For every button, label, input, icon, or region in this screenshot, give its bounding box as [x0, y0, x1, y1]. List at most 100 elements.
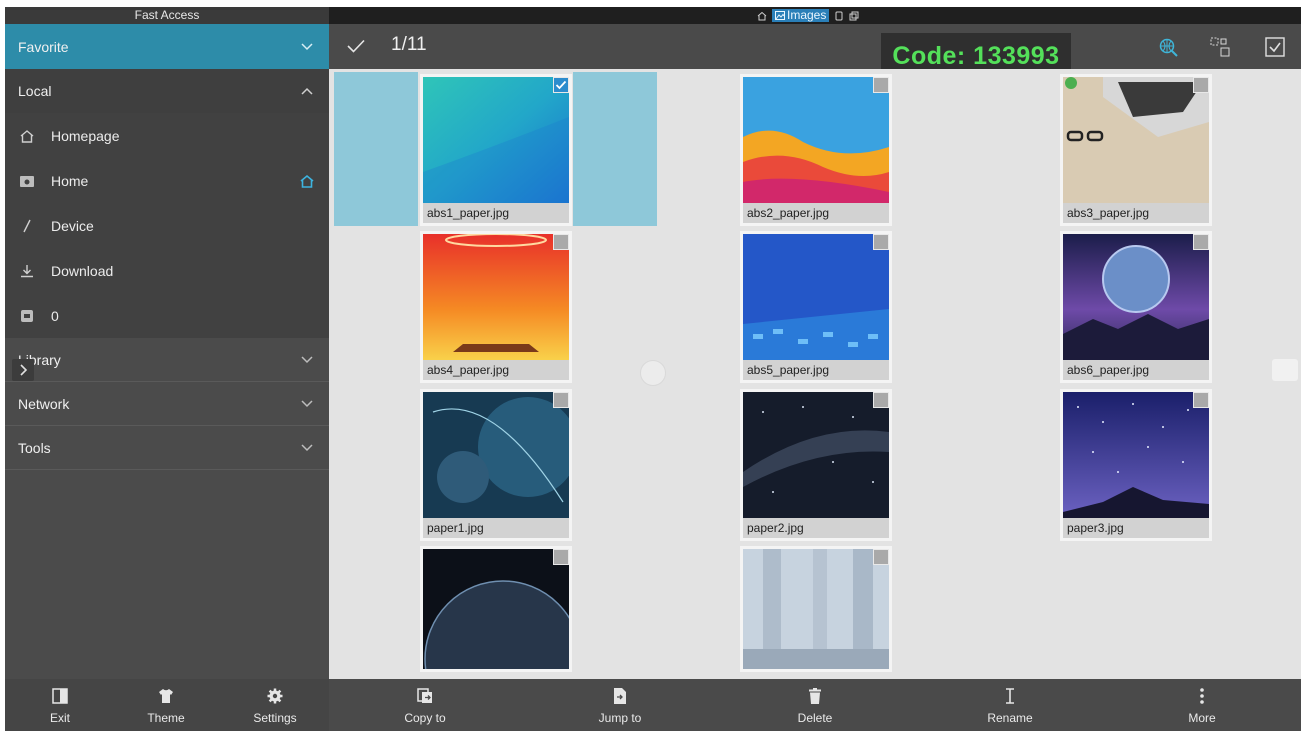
- sidebar-item-device[interactable]: Device: [5, 203, 329, 248]
- rename-button[interactable]: Rename: [983, 679, 1037, 731]
- jump-file-icon: [614, 688, 626, 704]
- jump-to-label: Jump to: [598, 711, 642, 725]
- settings-button[interactable]: Settings: [248, 679, 302, 731]
- file-name: abs1_paper.jpg: [423, 203, 569, 223]
- file-tile[interactable]: abs2_paper.jpg: [740, 74, 892, 226]
- thumbnail: [743, 234, 889, 360]
- file-tile[interactable]: paper3.jpg: [1060, 389, 1212, 541]
- sidebar-item-homepage[interactable]: Homepage: [5, 113, 329, 158]
- sidebar-item-sd-card[interactable]: 0: [5, 293, 329, 338]
- app-window: Fast Access Favorite Local Homepage Home: [5, 7, 1301, 731]
- favorite-label: Favorite: [18, 38, 69, 55]
- select-all-icon[interactable]: [1264, 36, 1286, 58]
- delete-button[interactable]: Delete: [788, 679, 842, 731]
- copy-to-label: Copy to: [404, 711, 446, 725]
- sidebar-section-library[interactable]: Library: [5, 338, 329, 382]
- file-checkbox[interactable]: [873, 234, 889, 250]
- homepage-icon: [18, 127, 36, 145]
- file-checkbox[interactable]: [873, 392, 889, 408]
- file-tile[interactable]: abs1_paper.jpg: [420, 74, 572, 226]
- sidebar-section-tools[interactable]: Tools: [5, 426, 329, 470]
- chevron-down-icon: [301, 355, 313, 363]
- home-icon[interactable]: [299, 173, 315, 189]
- thumbnail: [423, 549, 569, 669]
- theme-button[interactable]: Theme: [141, 679, 191, 731]
- exit-button[interactable]: Exit: [40, 679, 80, 731]
- thumbnail: [743, 392, 889, 518]
- sidebar-item-download[interactable]: Download: [5, 248, 329, 293]
- file-tile[interactable]: [740, 546, 892, 672]
- jump-to-button[interactable]: Jump to: [590, 679, 650, 731]
- file-tile[interactable]: paper2.jpg: [740, 389, 892, 541]
- file-name: abs3_paper.jpg: [1063, 203, 1209, 223]
- expand-handle[interactable]: [12, 359, 34, 381]
- file-name: abs2_paper.jpg: [743, 203, 889, 223]
- sidebar-section-network[interactable]: Network: [5, 382, 329, 426]
- file-checkbox[interactable]: [553, 549, 569, 565]
- file-name: abs6_paper.jpg: [1063, 360, 1209, 380]
- delete-label: Delete: [797, 711, 833, 725]
- home-icon[interactable]: [757, 11, 767, 21]
- more-label: More: [1188, 711, 1216, 725]
- copy-to-icon: [417, 688, 432, 703]
- file-checkbox[interactable]: [1193, 234, 1209, 250]
- copy-to-button[interactable]: Copy to: [395, 679, 455, 731]
- local-list: Homepage Home Device Download 0: [5, 113, 329, 338]
- file-tile[interactable]: abs3_paper.jpg: [1060, 74, 1212, 226]
- file-tile[interactable]: [420, 546, 572, 672]
- confirm-selection-icon[interactable]: [347, 39, 365, 53]
- thumbnail: [1063, 392, 1209, 518]
- breadcrumb-current[interactable]: Images: [772, 9, 830, 22]
- right-panel-handle[interactable]: [1272, 359, 1298, 381]
- more-button[interactable]: More: [1180, 679, 1224, 731]
- breadcrumb: Images: [757, 9, 859, 22]
- chevron-right-icon: [20, 364, 28, 376]
- chevron-up-icon: [301, 87, 313, 95]
- exit-icon: [52, 688, 68, 704]
- bottom-action-bar: Exit Theme Settings Copy to Jump to Dele…: [5, 679, 1301, 731]
- chevron-down-icon: [301, 42, 313, 50]
- sidebar-item-label: Homepage: [51, 127, 120, 144]
- phone-icon[interactable]: [834, 11, 844, 21]
- sidebar-item-label: Device: [51, 217, 94, 234]
- tools-label: Tools: [18, 439, 51, 456]
- selection-highlight: [334, 72, 418, 226]
- scroll-indicator[interactable]: [640, 360, 666, 386]
- file-checkbox[interactable]: [553, 392, 569, 408]
- gear-icon: [267, 688, 283, 704]
- file-checkbox[interactable]: [1193, 392, 1209, 408]
- path-bar: Images: [329, 7, 1301, 24]
- file-checkbox[interactable]: [873, 77, 889, 93]
- trash-icon: [809, 688, 821, 704]
- search-globe-icon[interactable]: [1157, 36, 1179, 58]
- select-range-icon[interactable]: [1209, 36, 1231, 58]
- shirt-icon: [159, 689, 173, 703]
- sidebar-header: Fast Access: [5, 7, 329, 24]
- thumbnail: [1063, 234, 1209, 360]
- local-label: Local: [18, 83, 52, 99]
- file-checkbox[interactable]: [1193, 77, 1209, 93]
- file-tile[interactable]: abs6_paper.jpg: [1060, 231, 1212, 383]
- exit-label: Exit: [49, 711, 70, 725]
- sidebar-section-local[interactable]: Local: [5, 69, 329, 113]
- selection-highlight: [573, 72, 657, 226]
- theme-label: Theme: [147, 711, 185, 725]
- file-tile[interactable]: paper1.jpg: [420, 389, 572, 541]
- selection-count: 1/11: [391, 34, 427, 55]
- file-checkbox[interactable]: [553, 234, 569, 250]
- file-name: paper3.jpg: [1063, 518, 1209, 538]
- file-tile[interactable]: abs4_paper.jpg: [420, 231, 572, 383]
- file-tile[interactable]: abs5_paper.jpg: [740, 231, 892, 383]
- file-name: paper2.jpg: [743, 518, 889, 538]
- thumbnail: [423, 77, 569, 203]
- file-checkbox[interactable]: [553, 77, 569, 93]
- sidebar-item-label: Home: [51, 172, 89, 189]
- file-name: abs5_paper.jpg: [743, 360, 889, 380]
- file-name: abs4_paper.jpg: [423, 360, 569, 380]
- sidebar-item-home[interactable]: Home: [5, 158, 329, 203]
- file-checkbox[interactable]: [873, 549, 889, 565]
- file-grid: abs1_paper.jpg abs2_paper.jpg abs3_paper…: [329, 69, 1301, 679]
- copy-path-icon[interactable]: [849, 11, 859, 21]
- sidebar-section-favorite[interactable]: Favorite: [5, 24, 329, 69]
- thumbnail: [743, 549, 889, 669]
